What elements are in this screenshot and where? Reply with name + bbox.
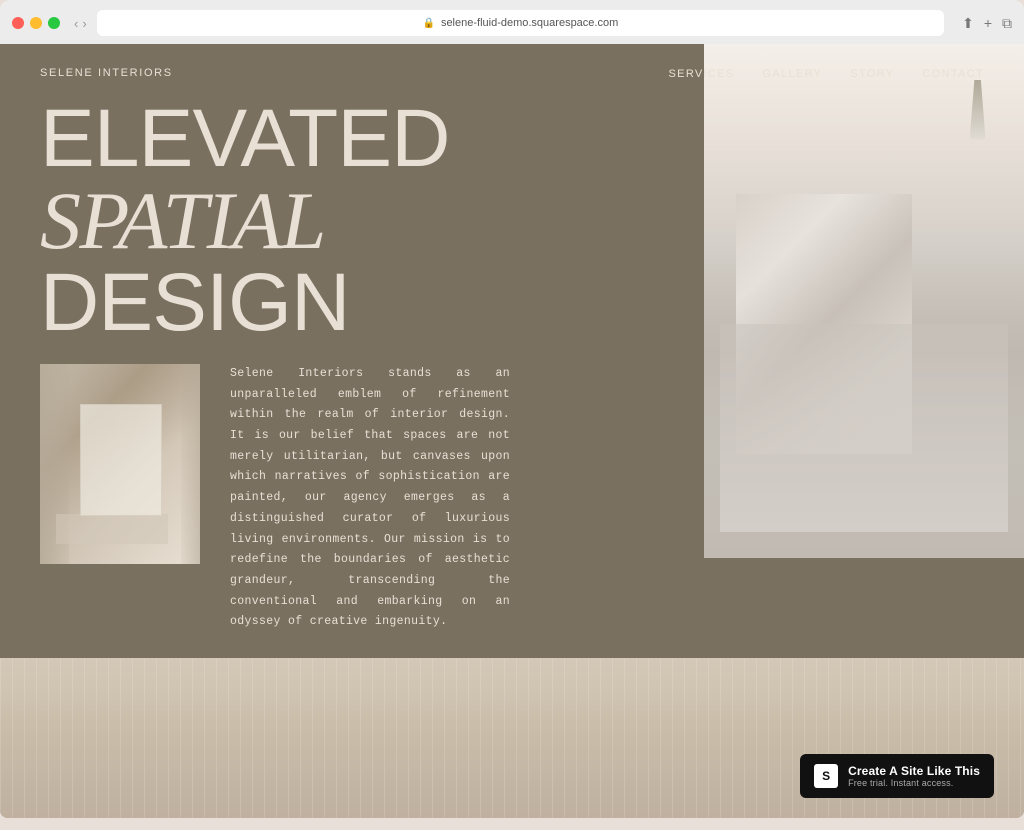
squarespace-badge-subtitle: Free trial. Instant access. [848, 778, 980, 788]
share-icon[interactable]: ⬆ [962, 15, 974, 32]
hero-image [704, 44, 1024, 558]
url-text: selene-fluid-demo.squarespace.com [441, 17, 618, 29]
nav-arrows: ‹ › [74, 16, 87, 31]
nav-story[interactable]: STORY [850, 68, 894, 80]
hero-section: ELEVATED SPATIAL DESIGN [0, 98, 1024, 344]
site-nav-links: SERVICES GALLERY STORY CONTACT [669, 64, 985, 82]
squarespace-logo: S [814, 764, 838, 788]
duplicate-icon[interactable]: ⧉ [1002, 15, 1012, 32]
back-arrow-icon[interactable]: ‹ [74, 16, 78, 31]
browser-actions: ⬆ + ⧉ [962, 15, 1012, 32]
furniture-area-decoration [720, 324, 1008, 532]
squarespace-badge[interactable]: S Create A Site Like This Free trial. In… [800, 754, 994, 798]
bottom-section: S Create A Site Like This Free trial. In… [0, 658, 1024, 818]
browser-window: SELENE INTERIORS SERVICES GALLERY STORY … [0, 44, 1024, 818]
description-text: Selene Interiors stands as an unparallel… [230, 364, 510, 633]
hero-img-inner [704, 44, 1024, 558]
room-details-decoration [56, 514, 168, 544]
minimize-button[interactable] [30, 17, 42, 29]
squarespace-badge-title: Create A Site Like This [848, 764, 980, 778]
new-tab-icon[interactable]: + [984, 15, 992, 31]
squarespace-text-block: Create A Site Like This Free trial. Inst… [848, 764, 980, 788]
address-bar[interactable]: 🔒 selene-fluid-demo.squarespace.com [97, 10, 944, 36]
site-logo[interactable]: SELENE INTERIORS [40, 67, 173, 79]
fullscreen-button[interactable] [48, 17, 60, 29]
nav-services[interactable]: SERVICES [669, 68, 735, 80]
curtain-right-decoration [181, 364, 200, 564]
lock-icon: 🔒 [422, 18, 434, 29]
close-button[interactable] [12, 17, 24, 29]
forward-arrow-icon[interactable]: › [82, 16, 86, 31]
nav-gallery[interactable]: GALLERY [763, 68, 823, 80]
site-nav: SELENE INTERIORS SERVICES GALLERY STORY … [0, 44, 1024, 98]
browser-titlebar: ‹ › 🔒 selene-fluid-demo.squarespace.com … [12, 10, 1012, 44]
interior-thumbnail [40, 364, 200, 564]
browser-chrome: ‹ › 🔒 selene-fluid-demo.squarespace.com … [0, 0, 1024, 44]
nav-contact[interactable]: CONTACT [922, 68, 984, 80]
traffic-lights [12, 17, 60, 29]
squarespace-logo-text: S [822, 769, 830, 783]
